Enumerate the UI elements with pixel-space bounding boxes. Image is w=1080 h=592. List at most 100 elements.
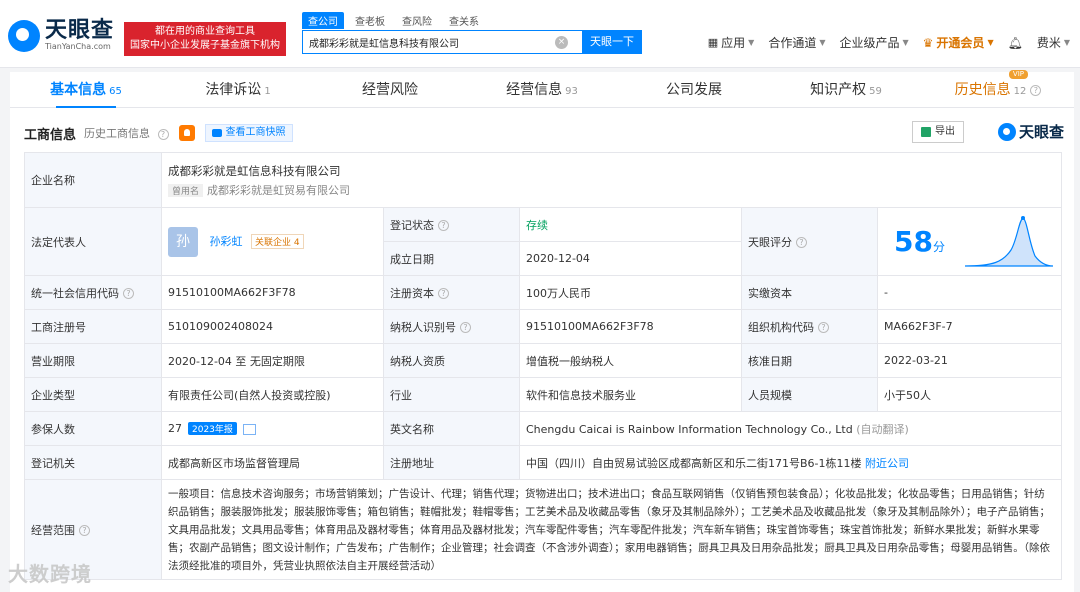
paid-value: - [877, 275, 1062, 310]
table-row: 统一社会信用代码? 91510100MA662F3F78 注册资本? 100万人… [24, 275, 1062, 310]
rep-label: 法定代表人 [24, 207, 162, 276]
export-button[interactable]: 导出 [912, 121, 964, 143]
status-value: 存续 [519, 207, 742, 242]
tianyancha-logo-icon [8, 20, 40, 52]
taxqual-label: 纳税人资质 [383, 343, 520, 378]
camera-icon [211, 129, 222, 137]
credit-value: 91510100MA662F3F78 [161, 275, 384, 310]
alias-tag: 曾用名 [168, 183, 204, 197]
table-row: 登记机关 成都高新区市场监督管理局 注册地址 中国（四川）自由贸易试验区成都高新… [24, 445, 1062, 480]
nav-enterprise[interactable]: 企业级产品 ▼ [839, 34, 908, 51]
history-info-link[interactable]: 历史工商信息 ? [84, 125, 169, 141]
nav-apps[interactable]: ▦ 应用 ▼ [708, 34, 755, 51]
help-icon[interactable]: ? [1030, 84, 1042, 96]
founded-label: 成立日期 [383, 241, 520, 276]
table-row: 营业期限 2020-12-04 至 无固定期限 纳税人资质 增值税一般纳税人 核… [24, 343, 1062, 378]
bell-icon: 🔔︎ [1007, 35, 1023, 50]
approve-label: 核准日期 [741, 343, 878, 378]
chevron-down-icon: ▼ [748, 38, 755, 47]
score-cell[interactable]: 58分 [877, 207, 1062, 276]
search-tab-boss[interactable]: 查老板 [349, 12, 391, 29]
insured-cell: 27 2023年报 [161, 411, 384, 446]
authority-value: 成都高新区市场监督管理局 [161, 445, 384, 480]
help-icon[interactable]: ? [438, 220, 449, 231]
capital-value: 100万人民币 [519, 275, 742, 310]
chevron-down-icon: ▼ [819, 38, 826, 47]
term-label: 营业期限 [24, 343, 162, 378]
staff-label: 人员规模 [741, 377, 878, 412]
tab-history[interactable]: 历史信息 12? VIP [922, 70, 1074, 107]
top-bar: 天眼查 TianYanCha.com 都在用的商业查询工具 国家中小企业发展子基… [0, 0, 1080, 68]
insured-label: 参保人数 [24, 411, 162, 446]
trend-chart-icon[interactable] [242, 423, 256, 435]
table-row: 工商注册号 510109002408024 纳税人识别号? 91510100MA… [24, 309, 1062, 344]
nav-user[interactable]: 费米 ▼ [1037, 34, 1070, 51]
rep-cell: 孙 孙彩虹 关联企业 4 [161, 207, 384, 276]
capital-label: 注册资本? [383, 275, 520, 310]
regno-label: 工商注册号 [24, 309, 162, 344]
table-row: 企业类型 有限责任公司(自然人投资或控股) 行业 软件和信息技术服务业 人员规模… [24, 377, 1062, 412]
chevron-down-icon: ▼ [1063, 38, 1070, 47]
vip-badge: VIP [1008, 70, 1028, 79]
search-tab-company[interactable]: 查公司 [302, 12, 344, 29]
org-value: MA662F3F-7 [877, 309, 1062, 344]
authority-label: 登记机关 [24, 445, 162, 480]
nav-notification[interactable]: 🔔︎ [1008, 36, 1023, 50]
addr-value: 中国（四川）自由贸易试验区成都高新区和乐二街171号B6-1栋11楼 [526, 456, 862, 470]
help-icon[interactable]: ? [460, 322, 471, 333]
chevron-down-icon: ▼ [987, 38, 994, 47]
search-tab-relation[interactable]: 查关系 [443, 12, 485, 29]
section-header: 工商信息 历史工商信息 ? 查看工商快照 导出 天眼查 [24, 118, 1064, 148]
snapshot-button[interactable]: 查看工商快照 [204, 124, 293, 142]
score-label: 天眼评分? [741, 207, 878, 276]
tab-business[interactable]: 经营信息 93 [466, 72, 618, 107]
watermark: 大数跨境 [8, 562, 92, 586]
company-name-cell: 成都彩彩就是虹信息科技有限公司 曾用名 成都彩彩就是虹贸易有限公司 [161, 152, 1062, 208]
tab-development[interactable]: 公司发展 [618, 72, 770, 107]
search-input[interactable] [303, 31, 555, 53]
rep-name-link[interactable]: 孙彩虹 [210, 235, 243, 248]
help-icon[interactable]: ? [796, 237, 807, 248]
score-distribution-curve [964, 216, 1054, 267]
help-icon[interactable]: ? [438, 288, 449, 299]
tab-legal[interactable]: 法律诉讼 1 [162, 72, 314, 107]
business-info-table: 企业名称 成都彩彩就是虹信息科技有限公司 曾用名 成都彩彩就是虹贸易有限公司 法定… [24, 152, 1062, 580]
industry-label: 行业 [383, 377, 520, 412]
top-nav: ▦ 应用 ▼ 合作通道 ▼ 企业级产品 ▼ ♛ 开通会员 ▼ 🔔︎ 费米 ▼ [694, 34, 1070, 51]
annual-report-dropdown[interactable]: 2023年报 [188, 422, 237, 435]
insured-value: 27 [168, 422, 182, 435]
regno-value: 510109002408024 [161, 309, 384, 344]
table-row: 企业名称 成都彩彩就是虹信息科技有限公司 曾用名 成都彩彩就是虹贸易有限公司 [24, 152, 1062, 208]
search-button[interactable]: 天眼一下 [582, 30, 642, 54]
avatar[interactable]: 孙 [168, 226, 198, 257]
search-tab-risk[interactable]: 查风险 [396, 12, 438, 29]
table-row: 经营范围? 一般项目：信息技术咨询服务；市场营销策划；广告设计、代理；销售代理；… [24, 479, 1062, 580]
site-logo[interactable]: 天眼查 TianYanCha.com [8, 20, 114, 52]
help-icon[interactable]: ? [79, 525, 90, 536]
company-card: 基本信息 65 法律诉讼 1 经营风险 经营信息 93 公司发展 知识产权 59 历史信… [10, 70, 1074, 592]
page: 天眼查 TianYanCha.com 都在用的商业查询工具 国家中小企业发展子基… [0, 0, 1080, 592]
auto-translate-note: (自动翻译) [856, 422, 909, 436]
nearby-companies-link[interactable]: 附近公司 [865, 457, 909, 470]
help-icon[interactable]: ? [157, 128, 169, 140]
addr-cell: 中国（四川）自由贸易试验区成都高新区和乐二街171号B6-1栋11楼 附近公司 [519, 445, 1062, 480]
help-icon[interactable]: ? [123, 288, 134, 299]
credit-label: 统一社会信用代码? [24, 275, 162, 310]
tab-ip[interactable]: 知识产权 59 [770, 72, 922, 107]
table-row: 法定代表人 孙 孙彩虹 关联企业 4 登记状态? 存续 天眼评分? 58分 [24, 207, 1062, 276]
logo-en-text: TianYanCha.com [45, 42, 111, 51]
tab-basic-info[interactable]: 基本信息 65 [10, 72, 162, 108]
related-companies-tag[interactable]: 关联企业 4 [251, 233, 304, 249]
scope-value: 一般项目：信息技术咨询服务；市场营销策划；广告设计、代理；销售代理；货物进出口；… [161, 479, 1062, 580]
nav-vip[interactable]: ♛ 开通会员 ▼ [923, 34, 994, 51]
tab-risk[interactable]: 经营风险 [314, 72, 466, 107]
search-box: × 天眼一下 [302, 30, 642, 54]
taxid-value: 91510100MA662F3F78 [519, 309, 742, 344]
monitor-bell-icon[interactable] [178, 125, 195, 141]
help-icon[interactable]: ? [818, 322, 829, 333]
nav-channel[interactable]: 合作通道 ▼ [768, 34, 825, 51]
slogan-banner: 都在用的商业查询工具 国家中小企业发展子基金旗下机构 [124, 22, 286, 56]
search-type-tabs: 查公司 查老板 查风险 查关系 [302, 12, 490, 29]
clear-icon[interactable]: × [555, 35, 568, 49]
org-label: 组织机构代码? [741, 309, 878, 344]
